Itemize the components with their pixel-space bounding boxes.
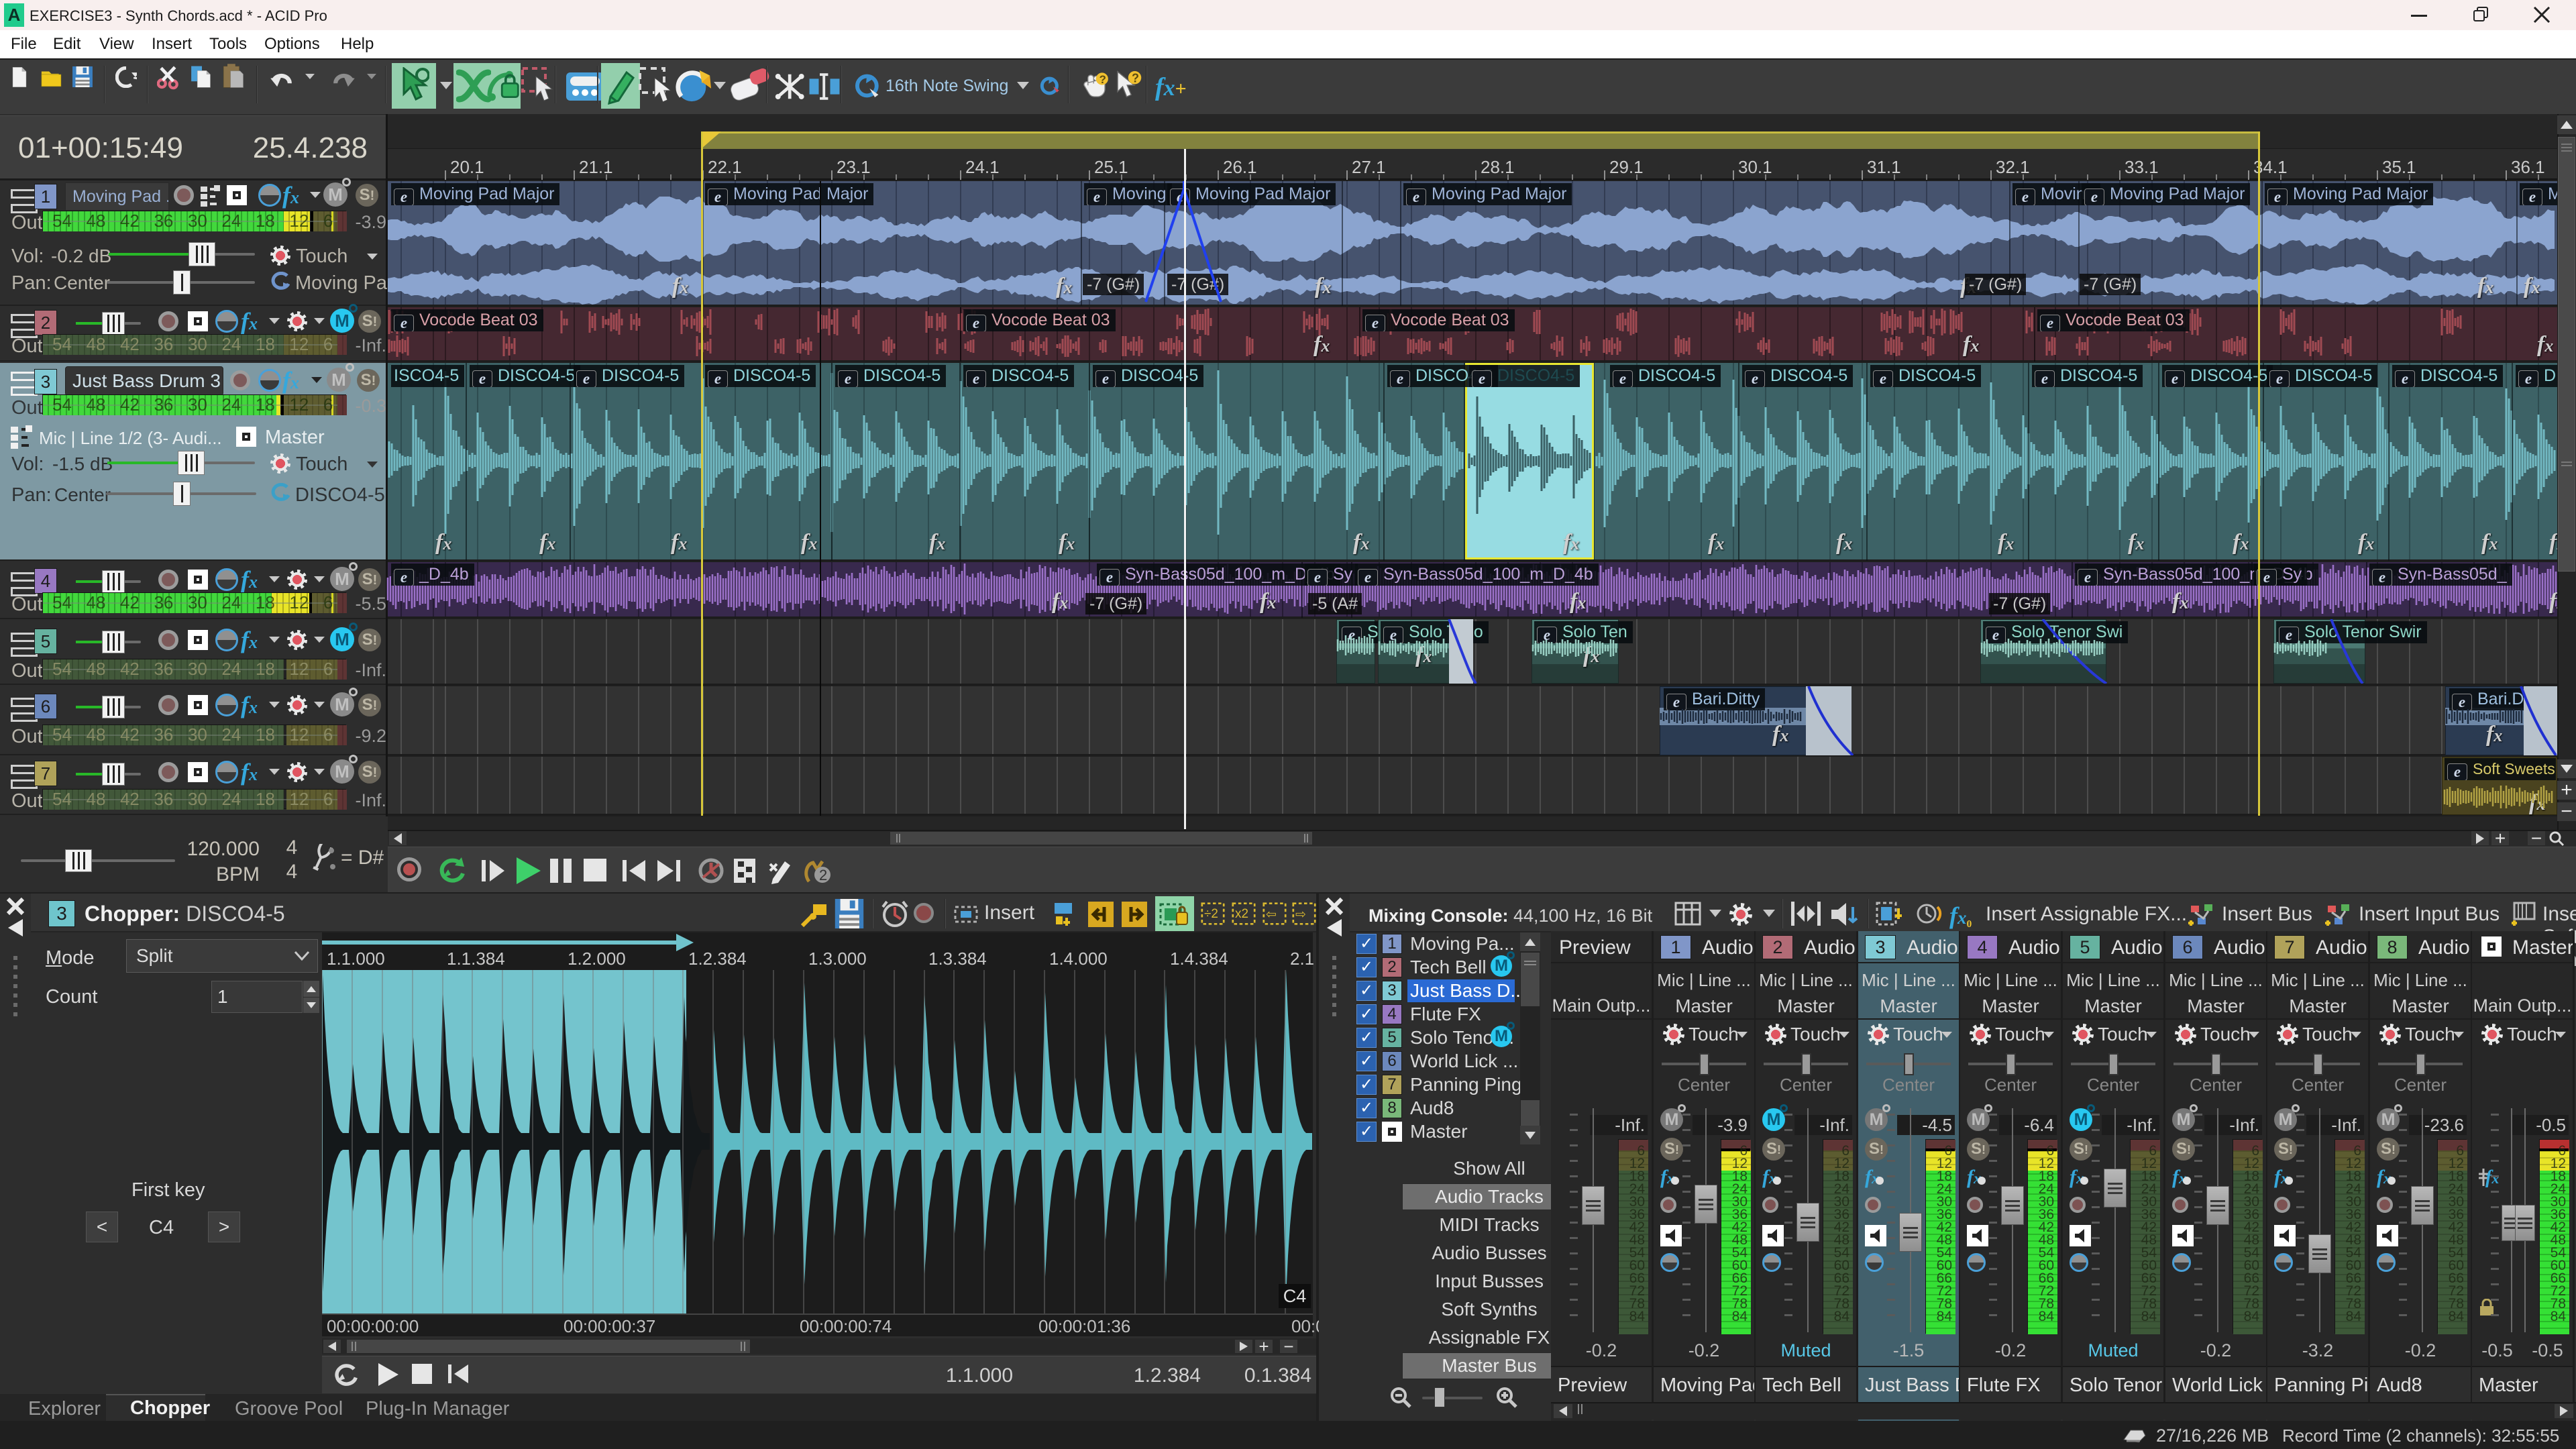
svg-text:2: 2 bbox=[819, 867, 827, 883]
